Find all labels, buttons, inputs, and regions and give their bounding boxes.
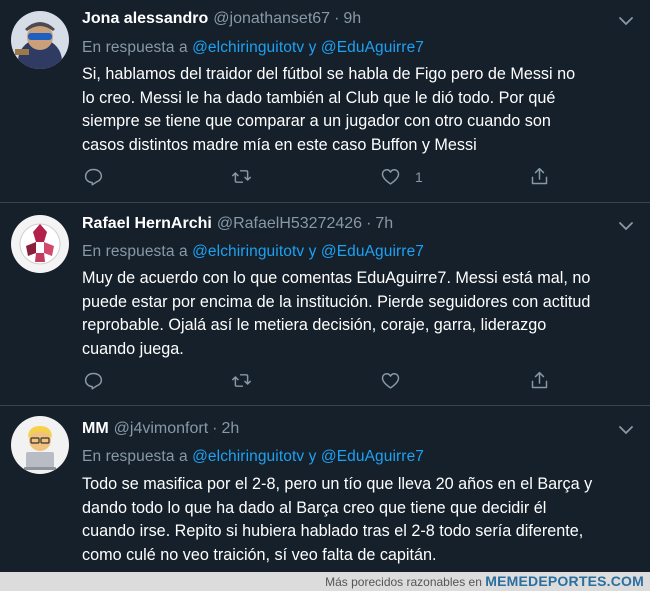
mention-link[interactable]: @EduAguirre7 [321,448,424,465]
timestamp[interactable]: 2h [221,420,239,438]
watermark-footer: Más porecidos razonables en MEMEDEPORTES… [0,572,650,591]
avatar[interactable] [11,416,69,474]
reply-button[interactable] [83,370,104,391]
tweet[interactable]: Rafael HernArchi @RafaelH53272426 · 7h E… [0,203,650,406]
tweet-text-line: puede estar por encima de la institución… [82,292,591,311]
chevron-down-icon[interactable] [616,216,636,236]
user-handle[interactable]: @j4vimonfort [114,420,209,438]
separator-dot: · [334,10,340,27]
reply-conjunction: y [308,39,317,56]
reply-prefix: En respuesta a [82,448,188,465]
retweet-icon [232,170,251,183]
tweet-header: Rafael HernArchi @RafaelH53272426 · 7h [82,215,393,237]
retweet-icon [232,374,251,387]
like-button[interactable] [380,370,415,391]
reply-context: En respuesta a @elchiringuitotv y @EduAg… [82,39,424,57]
share-icon [531,167,548,185]
tweet[interactable]: MM @j4vimonfort · 2h En respuesta a @elc… [0,406,650,572]
tweet-text-line: Todo se masifica por el 2-8, pero un tío… [82,475,593,493]
watermark-brand[interactable]: MEMEDEPORTES.COM [485,573,644,589]
reply-context: En respuesta a @elchiringuitotv y @EduAg… [82,448,424,466]
tweet[interactable]: Jona alessandro @jonathanset67 · 9h En r… [0,0,650,203]
tweet-header: MM @j4vimonfort · 2h [82,420,239,442]
reply-icon [84,168,103,186]
timestamp[interactable]: 9h [343,10,361,28]
mention-link[interactable]: @elchiringuitotv [192,448,304,465]
tweet-actions [82,370,562,394]
watermark-caption: Más porecidos razonables en [325,575,482,589]
tweet-text: Todo se masifica por el 2-8, pero un tío… [82,473,644,567]
like-button[interactable]: 1 [380,166,423,187]
watermark-text: Más porecidos razonables en MEMEDEPORTES… [325,573,644,589]
chevron-down-icon[interactable] [616,420,636,440]
tweet-feed: Jona alessandro @jonathanset67 · 9h En r… [0,0,650,572]
reply-button[interactable] [83,166,104,187]
tweet-text-line: casos distintos madre mía en este caso B… [82,135,477,154]
separator-dot: · [212,420,218,437]
like-icon [381,373,400,389]
reply-icon [84,372,103,390]
display-name[interactable]: Jona alessandro [82,10,208,28]
share-icon [531,371,548,389]
mention-link[interactable]: @EduAguirre7 [321,39,424,56]
tweet-text-line: Muy de acuerdo con lo que comentas EduAg… [82,269,591,287]
tweet-header: Jona alessandro @jonathanset67 · 9h [82,10,361,32]
like-icon [381,169,400,185]
mention-link[interactable]: @EduAguirre7 [321,243,424,260]
tweet-text-line: cuando irse. Repito si hubiera hablado t… [82,522,584,540]
mention-link[interactable]: @elchiringuitotv [192,243,304,260]
user-handle[interactable]: @jonathanset67 [213,10,330,28]
tweet-text: Muy de acuerdo con lo que comentas EduAg… [82,267,644,361]
display-name[interactable]: Rafael HernArchi [82,215,212,233]
retweet-button[interactable] [231,370,252,391]
tweet-text-line: lo creo. Messi le ha dado también al Clu… [82,88,556,107]
tweet-text-line: cuando juega. [82,339,184,358]
reply-prefix: En respuesta a [82,243,188,260]
like-count: 1 [415,168,423,185]
reply-conjunction: y [308,243,317,260]
tweet-text-line: reprobable. Ojalá así le metiera decisió… [82,316,547,334]
tweet-text-line: como culé no veo traición, sí veo falta … [82,545,437,564]
timestamp[interactable]: 7h [375,215,393,233]
reply-prefix: En respuesta a [82,39,188,56]
separator-dot: · [366,215,372,232]
reply-context: En respuesta a @elchiringuitotv y @EduAg… [82,243,424,261]
reply-conjunction: y [308,448,317,465]
tweet-actions: 1 [82,166,562,190]
avatar[interactable] [11,11,69,69]
share-button[interactable] [529,370,550,391]
mention-link[interactable]: @elchiringuitotv [192,39,304,56]
tweet-text-line: dando todo lo que ha dado al Barça creo … [82,498,547,517]
share-button[interactable] [529,166,550,187]
avatar[interactable] [11,215,69,273]
tweet-text-line: siempre se tiene que comparar a un jugad… [82,112,551,130]
user-handle[interactable]: @RafaelH53272426 [217,215,362,233]
chevron-down-icon[interactable] [616,11,636,31]
tweet-text-line: Si, hablamos del traidor del fútbol se h… [82,65,576,83]
tweet-text: Si, hablamos del traidor del fútbol se h… [82,63,644,157]
retweet-button[interactable] [231,166,252,187]
display-name[interactable]: MM [82,420,109,438]
